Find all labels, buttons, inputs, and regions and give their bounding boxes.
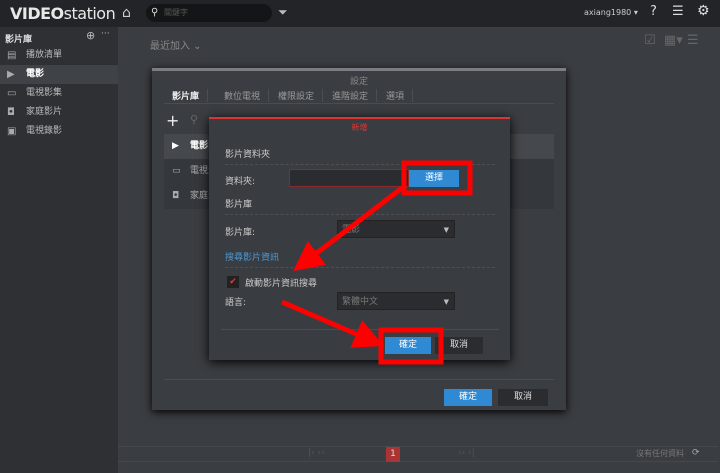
- arrow-to-search: [293, 186, 404, 272]
- highlight-choose: [401, 160, 473, 196]
- annotation-overlay: [281, 160, 473, 365]
- arrow-to-ok: [281, 299, 384, 348]
- highlight-ok: [378, 327, 444, 365]
